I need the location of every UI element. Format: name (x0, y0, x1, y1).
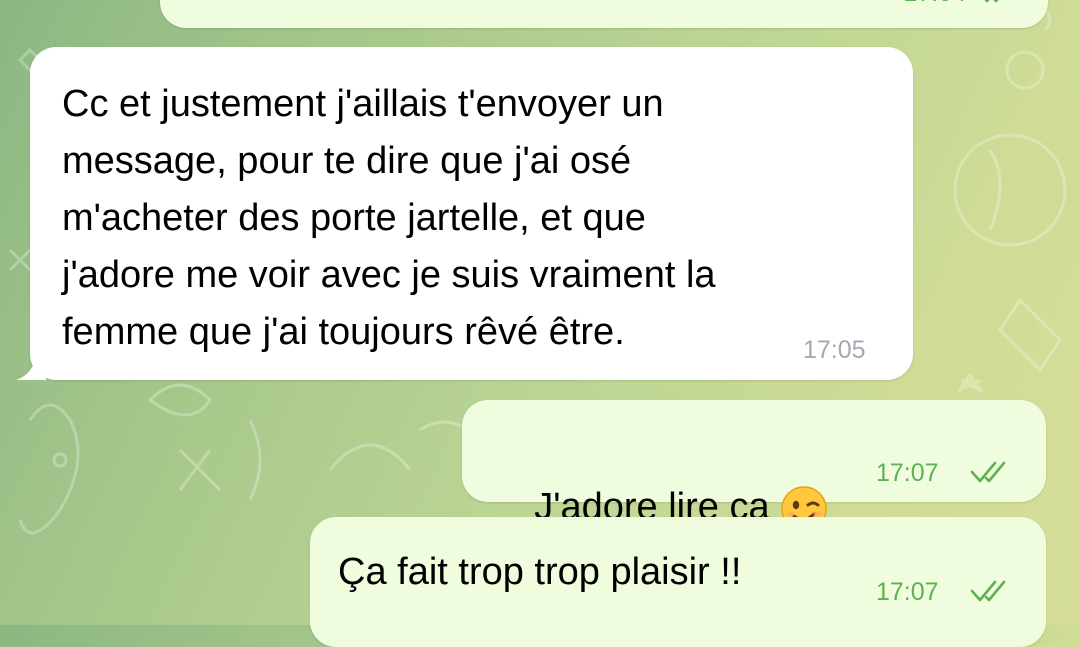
bubble-tail (16, 354, 46, 380)
message-text-line: femme que j'ai toujours rêvé être. (62, 311, 625, 353)
double-check-icon (984, 0, 999, 3)
message-time: 17:07 (876, 459, 939, 487)
message-time: 17:05 (803, 336, 866, 364)
message-time: 17:04 (903, 0, 966, 8)
double-check-icon (970, 461, 1006, 483)
message-bubble-outgoing[interactable]: J'adore lire ça 17:07 (462, 400, 1046, 532)
double-check-icon (970, 580, 1006, 602)
message-bubble-incoming[interactable]: Cc et justement j'aillais t'envoyer un m… (16, 47, 913, 380)
message-text: Ça fait trop trop plaisir !! (338, 551, 742, 593)
message-time: 17:07 (876, 578, 939, 606)
message-text-line: j'adore me voir avec je suis vraiment la (62, 254, 716, 296)
message-bubble-outgoing-top[interactable]: 17:04 (160, 0, 1048, 28)
message-bubble-outgoing[interactable]: Ça fait trop trop plaisir !! 17:07 (310, 517, 1046, 647)
message-text-line: m'acheter des porte jartelle, et que (62, 197, 646, 239)
message-text-line: message, pour te dire que j'ai osé (62, 140, 632, 182)
message-text-line: Cc et justement j'aillais t'envoyer un (62, 83, 664, 125)
